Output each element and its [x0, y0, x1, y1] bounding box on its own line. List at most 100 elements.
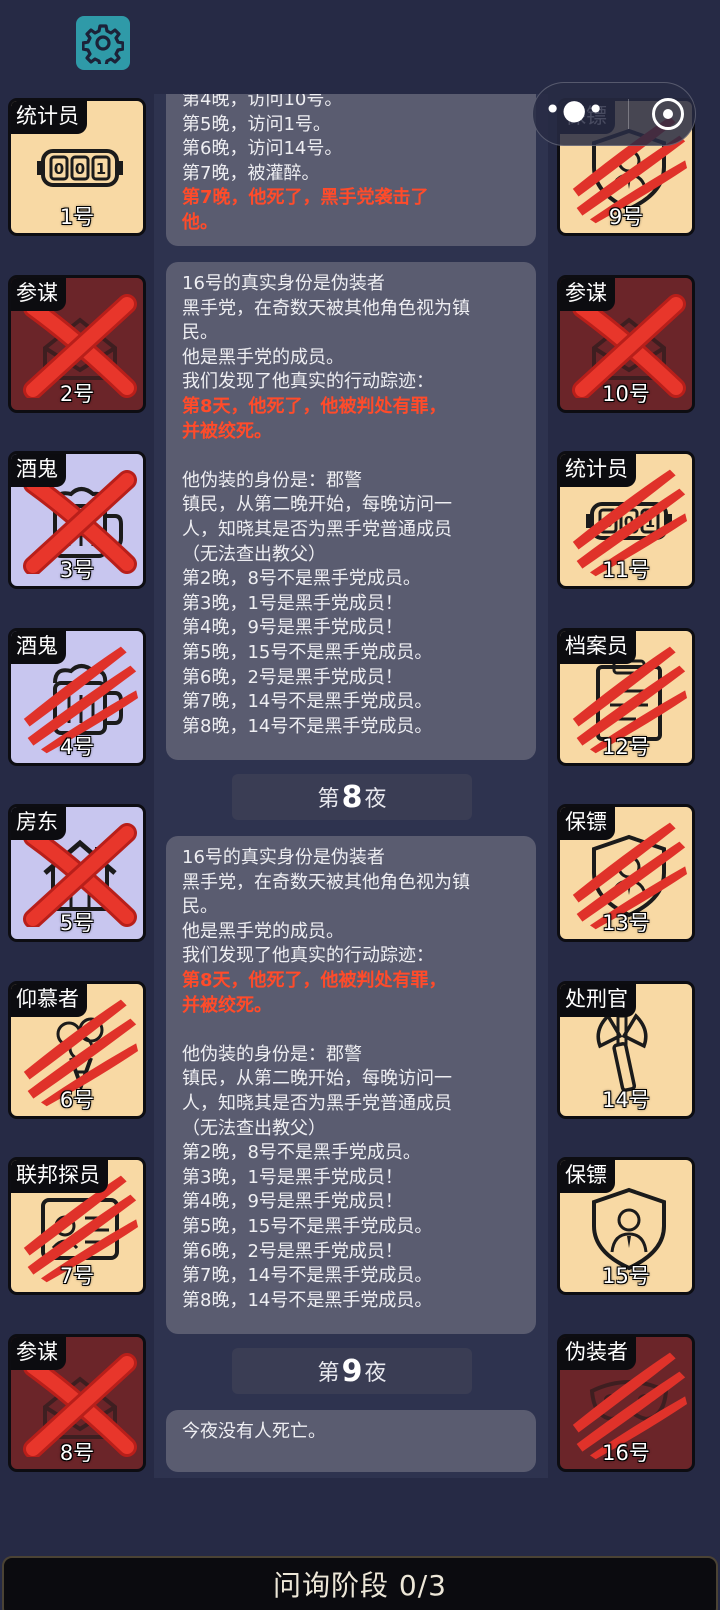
player-role: 统计员: [11, 101, 87, 134]
log-card-lines: 第4晚，访问10号。第5晚，访问1号。 第6晚，访问14号。 第7晚，被灌醉。第7晚…: [182, 94, 522, 236]
player-number: 12号: [602, 735, 650, 759]
log-line-highlight: 第7晚，他死了，黑手党袭击了: [182, 187, 429, 209]
svg-text:0: 0: [54, 160, 64, 178]
player-number: 4号: [59, 735, 95, 759]
player-card[interactable]: 酒鬼 4号: [8, 628, 146, 766]
log-line: 第6晚，2号是黑手党成员！: [182, 666, 403, 688]
log-line: 他伪装的身份是：郡警: [182, 1043, 362, 1065]
player-number: 3号: [59, 558, 95, 582]
log-line: 民。: [182, 322, 218, 344]
night-suffix: 夜: [364, 1361, 387, 1386]
player-role: 联邦探员: [11, 1160, 108, 1193]
settings-button[interactable]: [76, 16, 130, 70]
player-number: 15号: [602, 1264, 650, 1288]
log-line: 第3晚，1号是黑手党成员！: [182, 592, 403, 614]
log-line: 第3晚，1号是黑手党成员！: [182, 1166, 403, 1188]
log-line: 第2晚，8号不是黑手党成员。: [182, 1142, 421, 1164]
player-number: 2号: [59, 382, 95, 406]
log-line: 民。: [182, 896, 218, 918]
log-line: 第7晚，14号不是黑手党成员。: [182, 1265, 433, 1287]
log-line: 第4晚，9号是黑手党成员！: [182, 1191, 403, 1213]
player-role: 档案员: [560, 631, 636, 664]
player-card[interactable]: 伪装者 16号: [557, 1334, 695, 1472]
counter-icon: 001: [37, 149, 123, 187]
player-number: 1号: [59, 205, 95, 229]
log-card: 今夜没有人死亡。: [166, 1410, 536, 1472]
player-role: 伪装者: [560, 1337, 636, 1370]
log-line: 人，知晓其是否为黑手党普通成员: [182, 1092, 452, 1114]
night-9-header: 第9夜: [232, 1348, 472, 1394]
player-card[interactable]: 0 0 1 统计员 1号: [8, 98, 146, 236]
log-line: 人，知晓其是否为黑手党普通成员: [182, 518, 452, 540]
log-line: 我们发现了他真实的行动踪迹：: [182, 945, 434, 967]
player-card[interactable]: 联邦探员 7号: [8, 1157, 146, 1295]
log-line: 第5晚，15号不是黑手党成员。: [182, 1215, 433, 1237]
log-line: 第5晚，15号不是黑手党成员。: [182, 641, 433, 663]
log-line-highlight: 并被绞死。: [182, 994, 272, 1016]
night-number: 8: [341, 779, 363, 815]
player-number: 16号: [602, 1441, 650, 1465]
player-role: 仰慕者: [11, 984, 87, 1017]
log-line: 今夜没有人死亡。: [182, 1421, 326, 1442]
player-number: 10号: [602, 382, 650, 406]
player-number: 14号: [602, 1088, 650, 1112]
log-card: 第4晚，访问10号。第5晚，访问1号。 第6晚，访问14号。 第7晚，被灌醉。第7晚…: [166, 94, 536, 246]
log-line: 第7晚，14号不是黑手党成员。: [182, 691, 433, 713]
player-number: 9号: [608, 205, 644, 229]
log-line: 第8晚，14号不是黑手党成员。: [182, 1289, 433, 1311]
player-card[interactable]: 保镖 13号: [557, 804, 695, 942]
player-role: 处刑官: [560, 984, 636, 1017]
player-role: 房东: [11, 807, 66, 840]
player-role: 统计员: [560, 454, 636, 487]
log-line: 他伪装的身份是：郡警: [182, 469, 362, 491]
player-role: 保镖: [560, 1160, 615, 1193]
player-card[interactable]: 参谋 8号: [8, 1334, 146, 1472]
miniprogram-capsule: •●•: [532, 82, 696, 146]
svg-text:1: 1: [96, 160, 106, 178]
night-suffix: 夜: [364, 787, 387, 812]
log-line: 第7晚，被灌醉。: [182, 162, 320, 184]
log-card-lines: 今夜没有人死亡。: [182, 1420, 522, 1445]
player-card[interactable]: 酒鬼 3号: [8, 451, 146, 589]
more-dots-icon[interactable]: •●•: [544, 96, 604, 124]
player-role: 酒鬼: [11, 454, 66, 487]
log-line: 我们发现了他真实的行动踪迹：: [182, 371, 434, 393]
player-card[interactable]: 房东 5号: [8, 804, 146, 942]
log-line: 第4晚，访问10号。: [182, 94, 343, 110]
night-8-header: 第8夜: [232, 774, 472, 820]
log-line: 黑手党，在奇数天被其他角色视为镇: [182, 297, 470, 319]
log-card-lines: 16号的真实身份是伪装者黑手党，在奇数天被其他角色视为镇 民。 他是黑手党的成员。我…: [182, 846, 522, 1313]
player-number: 5号: [59, 911, 95, 935]
log-line: 第5晚，访问1号。: [182, 113, 331, 135]
player-card[interactable]: 参谋 10号: [557, 275, 695, 413]
player-role: 参谋: [11, 1337, 66, 1370]
player-role: 酒鬼: [11, 631, 66, 664]
log-line-highlight: 第8天，他死了，他被判处有罪，: [182, 969, 447, 991]
night-log-panel[interactable]: 第4晚，访问10号。第5晚，访问1号。 第6晚，访问14号。 第7晚，被灌醉。第7晚…: [154, 94, 548, 1478]
log-line: 第6晚，2号是黑手党成员！: [182, 1240, 403, 1262]
player-role: 参谋: [560, 278, 615, 311]
log-line: 16号的真实身份是伪装者: [182, 847, 385, 868]
player-number: 8号: [59, 1441, 95, 1465]
player-card[interactable]: 档案员 12号: [557, 628, 695, 766]
player-card[interactable]: 保镖 15号: [557, 1157, 695, 1295]
player-number: 6号: [59, 1088, 95, 1112]
player-number: 13号: [602, 911, 650, 935]
player-card[interactable]: 仰慕者 6号: [8, 981, 146, 1119]
player-role: 参谋: [11, 278, 66, 311]
player-card[interactable]: 处刑官 14号: [557, 981, 695, 1119]
player-card[interactable]: 参谋 2号: [8, 275, 146, 413]
log-line: 他是黑手党的成员。: [182, 346, 344, 368]
target-close-icon[interactable]: [651, 98, 684, 130]
log-line: 第6晚，访问14号。: [182, 138, 343, 160]
player-number: 7号: [59, 1264, 95, 1288]
night-prefix: 第: [317, 787, 340, 812]
player-card[interactable]: 001统计员11号: [557, 451, 695, 589]
log-card-lines: 16号的真实身份是伪装者 黑手党，在奇数天被其他角色视为镇 民。 他是黑手党的成员。我…: [182, 272, 522, 739]
log-line: 他是黑手党的成员。: [182, 920, 344, 942]
log-line-highlight: 第8天，他死了，他被判处有罪，: [182, 395, 447, 417]
log-line: 镇民，从第二晚开始，每晚访问一: [182, 1068, 452, 1090]
log-line: 黑手党，在奇数天被其他角色视为镇: [182, 871, 470, 893]
log-line-highlight: 他。: [182, 211, 218, 233]
